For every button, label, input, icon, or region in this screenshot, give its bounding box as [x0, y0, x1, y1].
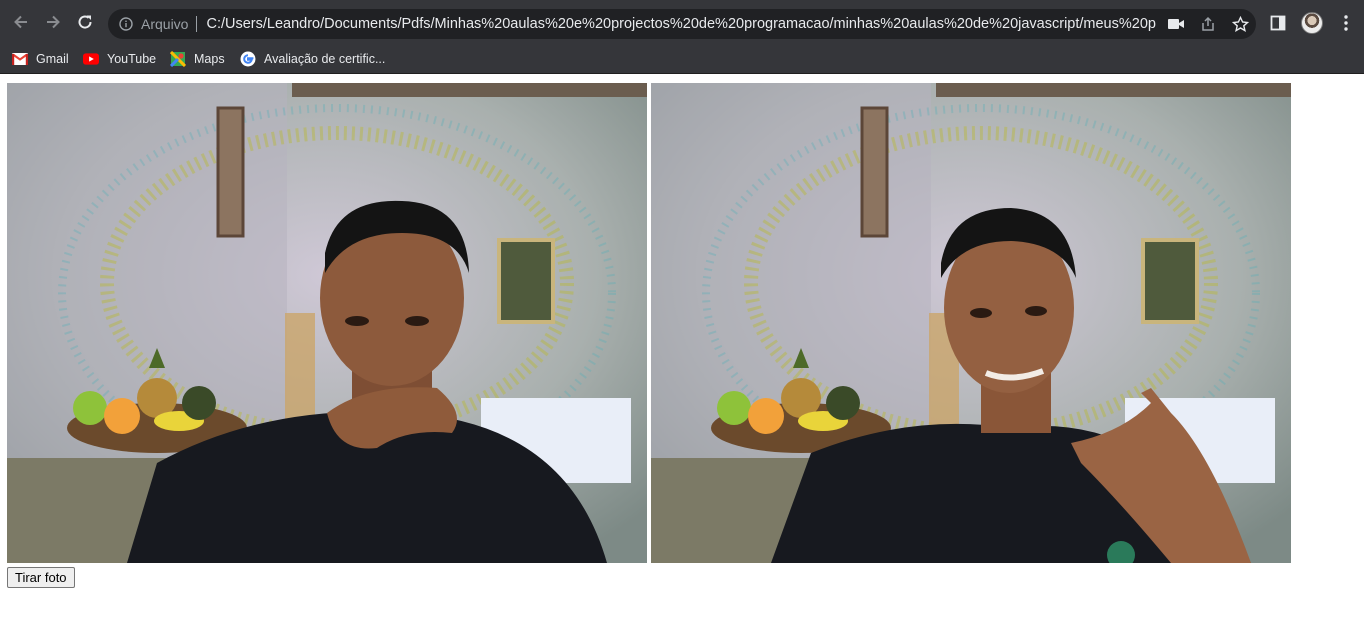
webcam-frame [7, 83, 647, 563]
browser-toolbar: Arquivo C:/Users/Leandro/Documents/Pdfs/… [0, 0, 1364, 44]
reload-icon [78, 15, 92, 29]
omnibox-divider [196, 16, 198, 32]
side-panel-icon[interactable] [1266, 11, 1290, 35]
bookmark-youtube[interactable]: YouTube [83, 48, 156, 70]
take-photo-button[interactable]: Tirar foto [7, 567, 75, 588]
omnibox-actions [1166, 9, 1250, 39]
bookmark-gmail[interactable]: Gmail [12, 48, 69, 70]
profile-avatar[interactable] [1300, 11, 1324, 35]
avatar [1301, 12, 1323, 34]
bookmarks-bar: Gmail YouTube Maps Avaliação de certific… [0, 44, 1364, 74]
captured-photo [651, 83, 1291, 563]
camera-icon[interactable] [1166, 14, 1186, 34]
webcam-video [7, 83, 647, 563]
menu-kebab-icon[interactable] [1334, 11, 1358, 35]
youtube-icon [83, 51, 99, 67]
url-text[interactable]: C:/Users/Leandro/Documents/Pdfs/Minhas%2… [206, 16, 1156, 32]
share-icon[interactable] [1198, 14, 1218, 34]
toolbar-right-actions [1266, 10, 1358, 36]
maps-icon [170, 51, 186, 67]
gmail-icon [12, 51, 28, 67]
bookmark-certificate[interactable]: Avaliação de certific... [240, 48, 385, 70]
google-icon [240, 51, 256, 67]
address-bar[interactable]: Arquivo C:/Users/Leandro/Documents/Pdfs/… [108, 9, 1256, 39]
back-arrow-icon [14, 15, 27, 29]
bookmark-label: YouTube [107, 52, 157, 66]
forward-button[interactable] [41, 10, 65, 34]
file-scheme-label: Arquivo [141, 16, 189, 32]
star-bookmark-icon[interactable] [1230, 14, 1250, 34]
snapshot-frame [651, 83, 1291, 563]
info-icon[interactable] [118, 16, 134, 32]
back-button[interactable] [9, 10, 33, 34]
bookmark-label: Maps [194, 52, 225, 66]
reload-button[interactable] [73, 10, 97, 34]
forward-arrow-icon [47, 15, 60, 29]
bookmark-label: Avaliação de certific... [264, 52, 386, 66]
bookmark-maps[interactable]: Maps [170, 48, 225, 70]
bookmark-label: Gmail [36, 52, 69, 66]
